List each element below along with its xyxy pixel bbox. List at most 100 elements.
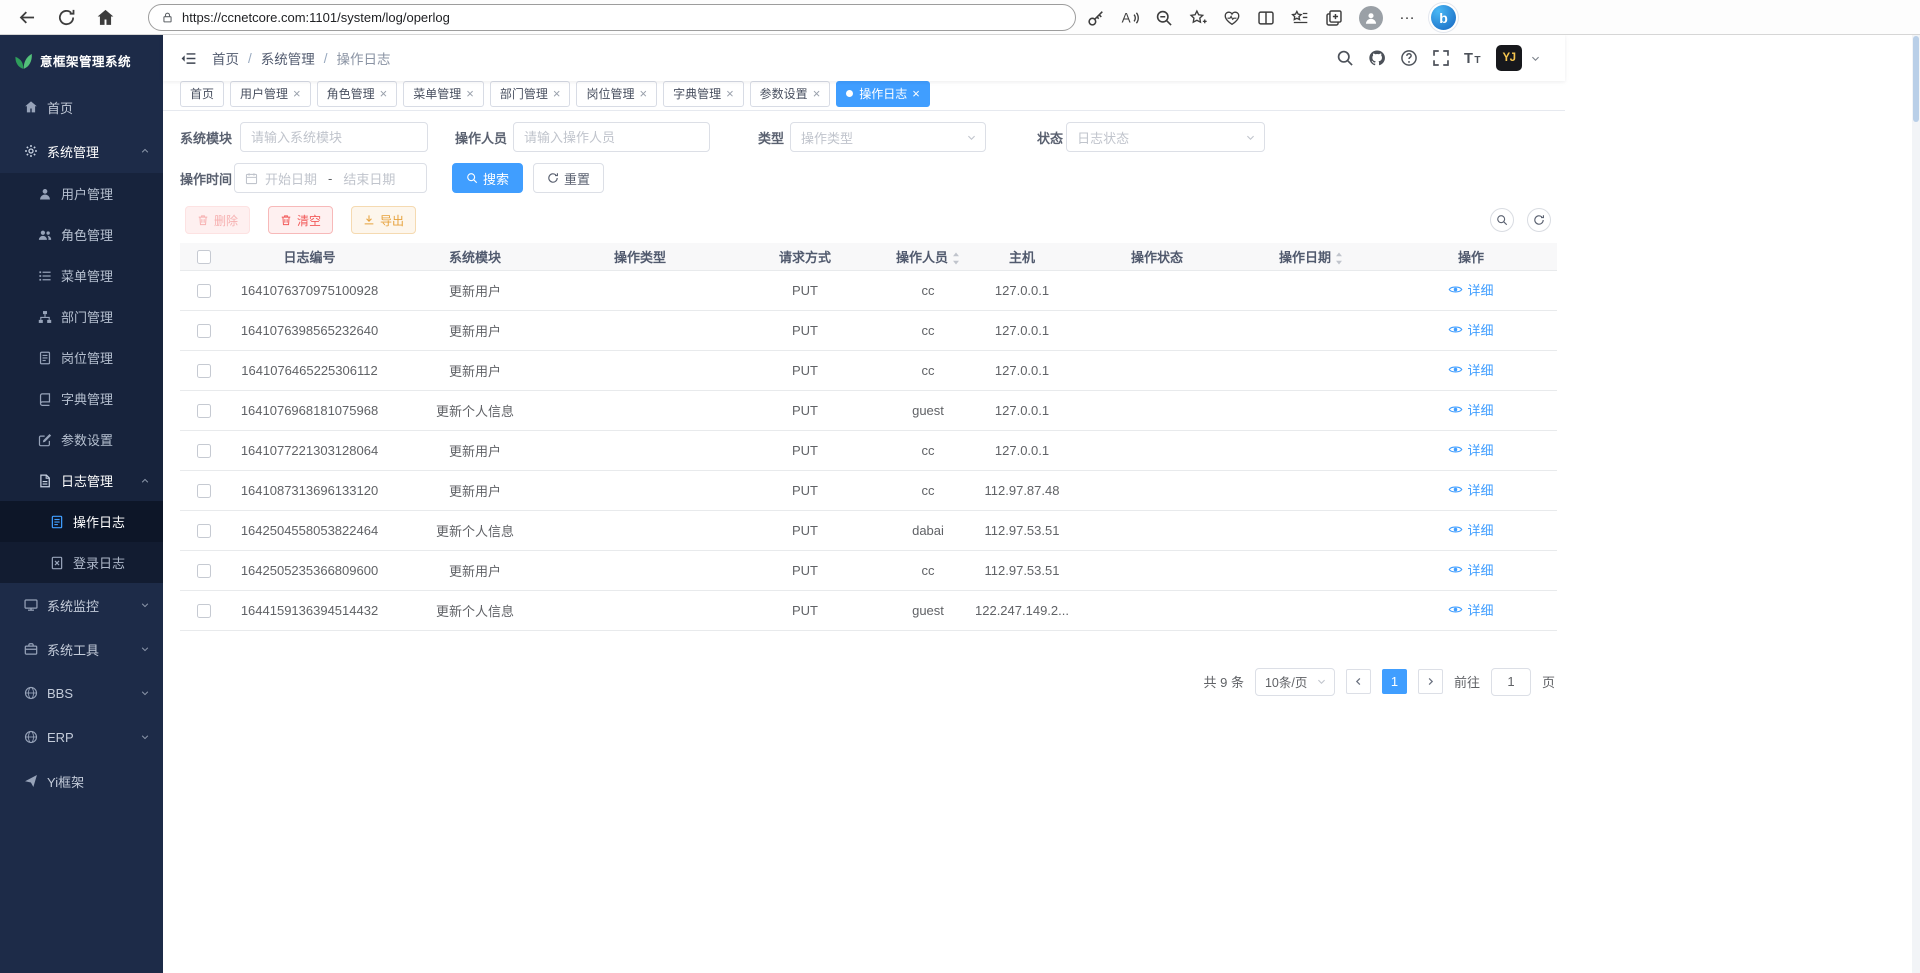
user-avatar[interactable]: YJ xyxy=(1496,45,1522,71)
tab-close-icon[interactable]: × xyxy=(912,87,920,100)
browser-reload-icon[interactable] xyxy=(57,8,76,27)
detail-link[interactable]: 详细 xyxy=(1448,520,1493,539)
cell-checkbox[interactable] xyxy=(180,390,228,430)
breadcrumb-system[interactable]: 系统管理 xyxy=(261,48,315,68)
sidebar-item-1[interactable]: 系统管理 xyxy=(0,129,163,173)
reset-button[interactable]: 重置 xyxy=(533,163,604,193)
operator-input[interactable] xyxy=(513,122,710,152)
sidebar-item-16[interactable]: Yi框架 xyxy=(0,759,163,803)
sidebar-item-12[interactable]: 系统监控 xyxy=(0,583,163,627)
page-size-select[interactable]: 10条/页 xyxy=(1255,668,1335,696)
cell-checkbox[interactable] xyxy=(180,470,228,510)
status-select[interactable]: 日志状态 xyxy=(1066,122,1265,152)
next-page-button[interactable] xyxy=(1418,669,1443,694)
browser-back-icon[interactable] xyxy=(18,8,37,27)
tab-7[interactable]: 参数设置× xyxy=(750,81,831,107)
sidebar-item-4[interactable]: 菜单管理 xyxy=(0,255,163,296)
goto-page-input[interactable] xyxy=(1491,668,1531,696)
cell-checkbox[interactable] xyxy=(180,270,228,310)
search-button[interactable]: 搜索 xyxy=(452,163,523,193)
type-select[interactable]: 操作类型 xyxy=(790,122,986,152)
tab-close-icon[interactable]: × xyxy=(380,87,388,100)
column-header-checkbox[interactable] xyxy=(180,243,228,270)
url-text[interactable]: https://ccnetcore.com:1101/system/log/op… xyxy=(182,10,450,25)
column-header-date[interactable]: 操作日期 xyxy=(1237,243,1385,270)
detail-link[interactable]: 详细 xyxy=(1448,440,1493,459)
row-checkbox[interactable] xyxy=(197,404,211,418)
tab-1[interactable]: 用户管理× xyxy=(230,81,311,107)
password-key-icon[interactable] xyxy=(1087,9,1105,27)
tab-8[interactable]: 操作日志× xyxy=(836,81,930,107)
sidebar-item-7[interactable]: 字典管理 xyxy=(0,378,163,419)
row-checkbox[interactable] xyxy=(197,484,211,498)
row-checkbox[interactable] xyxy=(197,364,211,378)
row-checkbox[interactable] xyxy=(197,524,211,538)
add-favorite-icon[interactable] xyxy=(1189,9,1207,27)
sidebar-item-3[interactable]: 角色管理 xyxy=(0,214,163,255)
read-aloud-icon[interactable]: A xyxy=(1121,9,1139,27)
toggle-search-button[interactable] xyxy=(1490,208,1514,232)
browser-profile-avatar[interactable] xyxy=(1359,6,1383,30)
detail-link[interactable]: 详细 xyxy=(1448,360,1493,379)
select-all-checkbox[interactable] xyxy=(197,250,211,264)
cell-checkbox[interactable] xyxy=(180,430,228,470)
prev-page-button[interactable] xyxy=(1346,669,1371,694)
github-icon[interactable] xyxy=(1368,49,1386,67)
detail-link[interactable]: 详细 xyxy=(1448,600,1493,619)
sidebar-item-9[interactable]: 日志管理 xyxy=(0,460,163,501)
breadcrumb-home[interactable]: 首页 xyxy=(212,48,239,68)
sidebar-item-0[interactable]: 首页 xyxy=(0,85,163,129)
browser-essentials-icon[interactable] xyxy=(1223,9,1241,27)
tab-5[interactable]: 岗位管理× xyxy=(576,81,657,107)
tab-2[interactable]: 角色管理× xyxy=(317,81,398,107)
cell-checkbox[interactable] xyxy=(180,550,228,590)
row-checkbox[interactable] xyxy=(197,284,211,298)
tab-close-icon[interactable]: × xyxy=(726,87,734,100)
tab-4[interactable]: 部门管理× xyxy=(490,81,571,107)
detail-link[interactable]: 详细 xyxy=(1448,320,1493,339)
detail-link[interactable]: 详细 xyxy=(1448,400,1493,419)
column-header-operator[interactable]: 操作人员 xyxy=(889,243,967,270)
detail-link[interactable]: 详细 xyxy=(1448,560,1493,579)
sort-carets-icon[interactable] xyxy=(952,252,960,265)
bing-chat-icon[interactable]: b xyxy=(1431,5,1456,30)
detail-link[interactable]: 详细 xyxy=(1448,280,1493,299)
header-search-icon[interactable] xyxy=(1336,49,1354,67)
row-checkbox[interactable] xyxy=(197,564,211,578)
browser-home-icon[interactable] xyxy=(96,8,115,27)
sidebar-item-10[interactable]: 操作日志 xyxy=(0,501,163,542)
tab-close-icon[interactable]: × xyxy=(639,87,647,100)
browser-menu-icon[interactable]: … xyxy=(1399,10,1415,26)
cell-checkbox[interactable] xyxy=(180,510,228,550)
tab-close-icon[interactable]: × xyxy=(466,87,474,100)
tab-close-icon[interactable]: × xyxy=(813,87,821,100)
tab-close-icon[interactable]: × xyxy=(293,87,301,100)
tab-close-icon[interactable]: × xyxy=(553,87,561,100)
sidebar-item-15[interactable]: ERP xyxy=(0,715,163,759)
cell-checkbox[interactable] xyxy=(180,350,228,390)
address-bar[interactable]: https://ccnetcore.com:1101/system/log/op… xyxy=(148,4,1076,31)
delete-button[interactable]: 删除 xyxy=(185,206,250,234)
browser-scrollbar[interactable] xyxy=(1912,35,1920,973)
refresh-table-button[interactable] xyxy=(1527,208,1551,232)
page-number-1[interactable]: 1 xyxy=(1382,669,1407,694)
sidebar-item-13[interactable]: 系统工具 xyxy=(0,627,163,671)
zoom-out-icon[interactable] xyxy=(1155,9,1173,27)
scrollbar-thumb[interactable] xyxy=(1913,36,1919,122)
help-icon[interactable] xyxy=(1400,49,1418,67)
tab-6[interactable]: 字典管理× xyxy=(663,81,744,107)
collections-icon[interactable] xyxy=(1325,9,1343,27)
sidebar-collapse-icon[interactable] xyxy=(180,50,197,67)
cell-checkbox[interactable] xyxy=(180,310,228,350)
cell-checkbox[interactable] xyxy=(180,590,228,630)
sort-carets-icon[interactable] xyxy=(1335,252,1343,265)
font-size-icon[interactable]: TT xyxy=(1464,49,1482,67)
export-button[interactable]: 导出 xyxy=(351,206,416,234)
row-checkbox[interactable] xyxy=(197,604,211,618)
sidebar-item-11[interactable]: 登录日志 xyxy=(0,542,163,583)
detail-link[interactable]: 详细 xyxy=(1448,480,1493,499)
date-range-input[interactable]: 开始日期 - 结束日期 xyxy=(234,163,427,193)
row-checkbox[interactable] xyxy=(197,444,211,458)
tab-0[interactable]: 首页 xyxy=(180,81,224,107)
row-checkbox[interactable] xyxy=(197,324,211,338)
